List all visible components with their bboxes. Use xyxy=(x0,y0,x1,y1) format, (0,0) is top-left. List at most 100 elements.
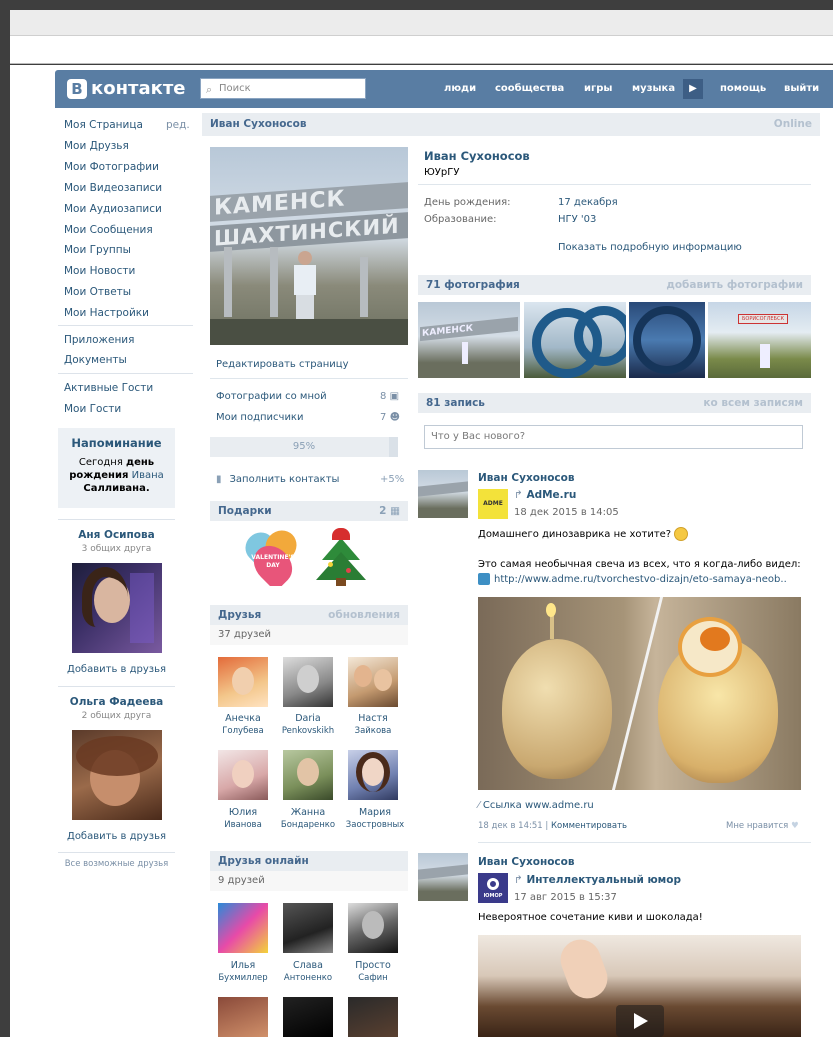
friend-photo[interactable] xyxy=(348,997,398,1037)
menu-active-guests[interactable]: Активные Гости xyxy=(64,382,153,394)
friend-photo[interactable] xyxy=(218,657,268,707)
add-friend-button[interactable]: Добавить в друзья xyxy=(58,831,175,842)
nav-people[interactable]: люди xyxy=(444,70,476,108)
gift-christmas-tree[interactable] xyxy=(312,526,370,588)
suggestion-name[interactable]: Ольга Фадеева xyxy=(58,696,175,708)
post-source-link[interactable]: ↱ AdMe.ru xyxy=(514,489,576,501)
face-shape xyxy=(232,760,254,788)
post-text-line1: Домашнего динозаврика не хотите? xyxy=(478,527,689,541)
browser-address-bar[interactable] xyxy=(10,36,833,64)
friend-name[interactable]: Мария Заостровных xyxy=(342,807,408,831)
gifts-header[interactable]: Подарки 2 ▦ xyxy=(210,501,408,521)
birthday-value[interactable]: 17 декабря xyxy=(558,197,618,208)
online-friends-header[interactable]: Друзья онлайн xyxy=(210,851,408,871)
nav-help[interactable]: помощь xyxy=(720,70,766,108)
friend-name[interactable]: Илья Бухмиллер xyxy=(212,960,274,984)
friend-name[interactable]: Юлия Иванова xyxy=(212,807,274,831)
friend-photo[interactable] xyxy=(348,750,398,800)
friend-photo[interactable] xyxy=(348,903,398,953)
reminder-name-bold[interactable]: Салливана. xyxy=(83,483,149,494)
nav-music[interactable]: музыка xyxy=(632,70,675,108)
suggestion-name[interactable]: Аня Осипова xyxy=(58,529,175,541)
friend-name[interactable]: Daria Penkovskikh xyxy=(277,713,339,737)
friend-photo[interactable] xyxy=(283,657,333,707)
nav-logout[interactable]: выйти xyxy=(784,70,819,108)
friend-name[interactable]: Слава Антоненко xyxy=(277,960,339,984)
like-button[interactable]: Мне нравится ♥ xyxy=(726,821,799,831)
menu-messages[interactable]: Мои Сообщения xyxy=(64,224,153,236)
gift-valentine[interactable]: VALENTINE'S DAY xyxy=(244,528,302,586)
friend-first-name: Анечка xyxy=(225,713,261,724)
post-meta-date[interactable]: 18 дек в 14:51 xyxy=(478,821,543,831)
friend-name[interactable]: Анечка Голубева xyxy=(212,713,274,737)
all-posts-link[interactable]: ко всем записям xyxy=(703,393,803,413)
photos-header[interactable]: 71 фотография добавить фотографии xyxy=(418,275,811,295)
post-author-avatar[interactable] xyxy=(418,470,468,518)
suggestion-photo[interactable] xyxy=(72,730,162,820)
post-author-name[interactable]: Иван Сухоносов xyxy=(478,472,575,484)
post-author-avatar[interactable] xyxy=(418,853,468,901)
friend-photo[interactable] xyxy=(218,997,268,1037)
menu-photos[interactable]: Мои Фотографии xyxy=(64,161,159,173)
menu-groups[interactable]: Мои Группы xyxy=(64,244,131,256)
post-link[interactable]: http://www.adme.ru/tvorchestvo-dizajn/et… xyxy=(478,573,787,585)
friend-name[interactable]: Просто Сафин xyxy=(342,960,404,984)
edit-page-link[interactable]: Редактировать страницу xyxy=(216,359,349,370)
photo-thumb[interactable]: КАМЕНСК xyxy=(418,302,520,378)
menu-apps[interactable]: Приложения xyxy=(64,334,134,346)
photo-thumb[interactable]: БОРИСОГЛЕБСК xyxy=(708,302,811,378)
post-link-label[interactable]: ⁄ Ссылка www.adme.ru xyxy=(478,800,594,811)
friend-name[interactable]: Жанна Бондаренко xyxy=(277,807,339,831)
profile-name: Иван Сухоносов xyxy=(424,149,530,163)
play-icon[interactable]: ▶ xyxy=(683,79,703,99)
menu-guests[interactable]: Мои Гости xyxy=(64,403,121,415)
reminder-text: Сегодня день рождения Ивана Салливана. xyxy=(58,456,175,495)
suggestion-photo[interactable] xyxy=(72,563,162,653)
photo-thumb[interactable] xyxy=(524,302,626,378)
friends-header[interactable]: Друзья обновления xyxy=(210,605,408,625)
vk-logo[interactable]: Bконтакте xyxy=(67,78,185,100)
online-friends-title: Друзья онлайн xyxy=(218,855,309,867)
menu-my-page[interactable]: Моя Страница xyxy=(64,119,143,131)
menu-friends[interactable]: Мои Друзья xyxy=(64,140,129,152)
friend-name[interactable]: Настя Зайкова xyxy=(342,713,404,737)
wall-header[interactable]: 81 запись ко всем записям xyxy=(418,393,811,413)
menu-edit-link[interactable]: ред. xyxy=(166,119,190,131)
friend-photo[interactable] xyxy=(283,997,333,1037)
friends-updates-link[interactable]: обновления xyxy=(328,605,400,625)
post-video[interactable] xyxy=(478,935,801,1037)
profile-avatar[interactable]: КАМЕНСК ШАХТИНСКИЙ xyxy=(210,147,408,345)
photo-thumb[interactable] xyxy=(629,302,705,378)
comment-link[interactable]: Комментировать xyxy=(551,821,627,831)
show-more-info-link[interactable]: Показать подробную информацию xyxy=(558,242,742,253)
nav-games[interactable]: игры xyxy=(584,70,612,108)
friend-photo[interactable] xyxy=(283,903,333,953)
adme-logo-icon[interactable]: ADME xyxy=(478,489,508,519)
menu-news[interactable]: Мои Новости xyxy=(64,265,135,277)
menu-answers[interactable]: Мои Ответы xyxy=(64,286,131,298)
photos-with-me-link[interactable]: Фотографии со мной xyxy=(216,391,327,402)
friend-photo[interactable] xyxy=(218,750,268,800)
all-suggestions-link[interactable]: Все возможные друзья xyxy=(58,859,175,869)
post-author-name[interactable]: Иван Сухоносов xyxy=(478,856,575,868)
menu-settings[interactable]: Мои Настройки xyxy=(64,307,149,319)
menu-audio[interactable]: Мои Аудиозаписи xyxy=(64,203,162,215)
post-image[interactable] xyxy=(478,597,801,790)
humor-logo-icon[interactable]: ЮМОР xyxy=(478,873,508,903)
add-friend-button[interactable]: Добавить в друзья xyxy=(58,664,175,675)
friend-photo[interactable] xyxy=(348,657,398,707)
education-value[interactable]: НГУ '03 xyxy=(558,214,596,225)
menu-videos[interactable]: Мои Видеозаписи xyxy=(64,182,162,194)
post-source-link[interactable]: ↱ Интеллектуальный юмор xyxy=(514,874,681,886)
search-input[interactable]: ⌕ Поиск xyxy=(200,78,366,99)
video-play-button[interactable] xyxy=(616,1005,664,1037)
fill-contacts-link[interactable]: ▮ Заполнить контакты xyxy=(216,474,339,485)
subscribers-link[interactable]: Мои подписчики xyxy=(216,412,303,423)
add-photos-link[interactable]: добавить фотографии xyxy=(666,275,803,295)
nav-communities[interactable]: сообщества xyxy=(495,70,564,108)
friend-photo[interactable] xyxy=(218,903,268,953)
reminder-name-link[interactable]: Ивана xyxy=(132,470,164,481)
friend-photo[interactable] xyxy=(283,750,333,800)
menu-documents[interactable]: Документы xyxy=(64,354,127,366)
wall-post-input[interactable]: Что у Вас нового? xyxy=(424,425,803,449)
